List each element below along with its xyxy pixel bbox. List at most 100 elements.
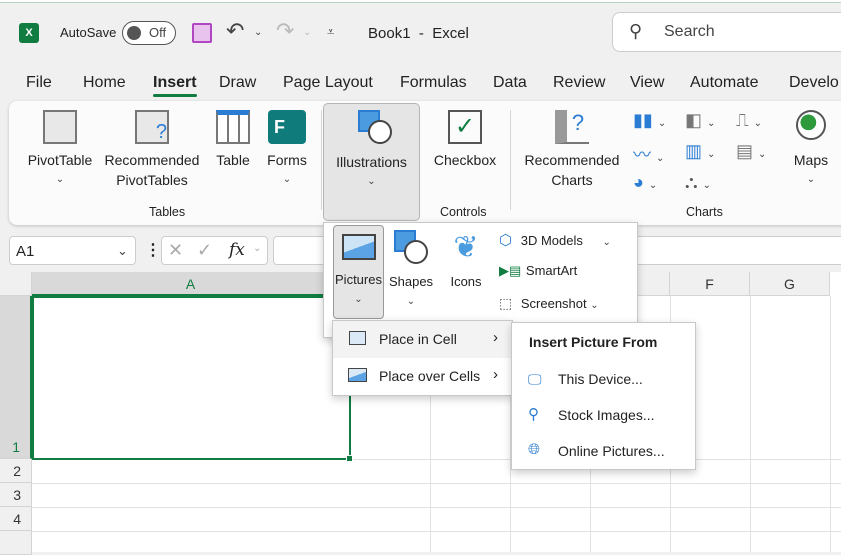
chevron-down-icon: ⌄	[590, 300, 599, 311]
customize-toolbar-icon[interactable]: ⩡	[327, 24, 334, 40]
menu-item-this-device[interactable]: 🖵 This Device...	[512, 361, 695, 397]
search-box[interactable]: ⚲ Search	[612, 12, 841, 52]
tab-review[interactable]: Review	[553, 74, 605, 92]
tab-insert[interactable]: Insert	[153, 74, 197, 92]
stock-images-icon: ⚲	[528, 406, 539, 423]
autosave-label: AutoSave	[60, 25, 117, 40]
tab-page-layout[interactable]: Page Layout	[283, 74, 373, 92]
table-button[interactable]: Table	[210, 110, 256, 170]
combo-chart-icon[interactable]: ▤ ⌄	[736, 141, 766, 162]
tab-home[interactable]: Home	[83, 74, 126, 92]
tab-automate[interactable]: Automate	[690, 74, 758, 92]
menu-item-place-over-cells[interactable]: Place over Cells ›	[333, 358, 512, 395]
shapes-button[interactable]: Shapes ⌄	[388, 228, 434, 312]
column-header-f[interactable]: F	[670, 272, 750, 296]
select-all-corner[interactable]	[0, 272, 32, 296]
tab-formulas[interactable]: Formulas	[400, 74, 467, 92]
row-header-4[interactable]: 4	[0, 507, 32, 531]
icons-button[interactable]: ❦ Icons	[444, 228, 488, 292]
fill-handle[interactable]	[346, 455, 353, 462]
row-header-5[interactable]	[0, 531, 32, 555]
maps-label: Maps	[793, 152, 829, 168]
maps-button[interactable]: Maps ⌄	[788, 110, 834, 190]
name-box[interactable]: A1 ⌄	[9, 236, 136, 265]
table-icon	[216, 110, 250, 144]
redo-dropdown-icon: ⌄	[303, 27, 312, 38]
screenshot-button[interactable]: ⬚ Screenshot ⌄	[499, 295, 599, 312]
gridline	[32, 507, 841, 508]
hierarchy-chart-icon[interactable]: ◧ ⌄	[685, 110, 715, 131]
name-box-value: A1	[16, 243, 35, 260]
ribbon-separator	[321, 110, 322, 210]
group-label-tables: Tables	[149, 205, 186, 219]
gridline	[830, 296, 831, 552]
column-chart-icon[interactable]: ▮▮ ⌄	[633, 110, 666, 131]
row-header-3[interactable]: 3	[0, 483, 32, 507]
scatter-chart-icon[interactable]: ⛬ ⌄	[685, 172, 711, 193]
chevron-down-icon: ⌄	[117, 243, 128, 258]
window-title: Book1 - Excel	[368, 25, 469, 42]
active-cell-a1[interactable]	[32, 296, 351, 460]
line-chart-icon[interactable]: 〰 ⌄	[633, 141, 664, 167]
statistic-chart-icon[interactable]: ▥ ⌄	[685, 141, 715, 162]
smartart-label: SmartArt	[525, 263, 578, 278]
cancel-icon[interactable]: ✕	[168, 240, 183, 261]
chevron-down-icon: ⌄	[367, 176, 376, 187]
shapes-icon	[392, 228, 430, 268]
insert-function-icon[interactable]: fx	[229, 240, 245, 260]
undo-dropdown-icon[interactable]: ⌄	[254, 27, 262, 38]
3d-models-label: 3D Models	[520, 233, 583, 248]
menu-item-stock-images[interactable]: ⚲ Stock Images...	[512, 397, 695, 433]
undo-icon[interactable]: ↶	[226, 18, 244, 44]
recommended-pivottables-icon: ?	[135, 110, 169, 144]
search-placeholder: Search	[664, 23, 715, 40]
redo-icon: ↷	[276, 18, 295, 43]
tab-developer[interactable]: Develo	[789, 74, 839, 92]
recommended-pivottables-button[interactable]: ? Recommended PivotTables	[100, 110, 204, 190]
tab-file[interactable]: File	[26, 74, 52, 92]
tab-view[interactable]: View	[630, 74, 664, 92]
row-header-2[interactable]: 2	[0, 459, 32, 483]
pivottable-button[interactable]: PivotTable ⌄	[22, 110, 98, 190]
more-options-icon[interactable]: ⋮	[145, 240, 161, 260]
chevron-down-icon: ⌄	[55, 174, 65, 185]
chevron-down-icon: ⌄	[806, 174, 816, 185]
enter-icon[interactable]: ✓	[197, 240, 212, 261]
autosave-toggle[interactable]: Off	[122, 21, 176, 45]
place-over-cells-icon	[348, 368, 367, 382]
place-in-cell-icon	[349, 331, 366, 345]
ribbon-separator	[510, 110, 511, 210]
gridline	[750, 296, 751, 552]
menu-item-online-pictures[interactable]: 🌐︎ Online Pictures...	[512, 433, 695, 469]
recommended-charts-button[interactable]: ? Recommended Charts	[518, 110, 626, 190]
column-header-a[interactable]: A	[32, 272, 350, 296]
waterfall-chart-icon[interactable]: ⎍ ⌄	[736, 110, 762, 131]
active-tab-indicator	[153, 94, 197, 97]
submenu-header: Insert Picture From	[529, 334, 658, 350]
illustrations-button[interactable]: Illustrations ⌄	[323, 103, 420, 221]
screenshot-icon: ⬚	[499, 295, 513, 311]
save-icon[interactable]	[192, 23, 212, 43]
place-over-cells-label: Place over Cells	[379, 368, 481, 384]
label-line2: Charts	[551, 172, 593, 188]
tab-data[interactable]: Data	[493, 74, 527, 92]
gridline	[32, 483, 841, 484]
place-in-cell-label: Place in Cell	[379, 331, 457, 347]
forms-button[interactable]: F Forms ⌄	[262, 110, 312, 190]
label-line1: Recommended	[524, 152, 620, 168]
row-header-1[interactable]: 1	[0, 296, 32, 459]
tab-draw[interactable]: Draw	[219, 74, 256, 92]
menu-item-place-in-cell[interactable]: Place in Cell ›	[333, 321, 512, 358]
3d-models-button[interactable]: ⬡ 3D Models ⌄	[499, 231, 611, 249]
picture-icon	[341, 234, 376, 260]
smartart-button[interactable]: ▶▤ SmartArt	[499, 263, 577, 279]
this-device-label: This Device...	[558, 371, 643, 387]
chevron-down-icon[interactable]: ⌄	[253, 243, 261, 254]
pictures-button[interactable]: Pictures ⌄	[333, 225, 384, 319]
column-header-g[interactable]: G	[750, 272, 830, 296]
pie-chart-icon[interactable]: ◕ ⌄	[633, 172, 657, 193]
chevron-down-icon: ⌄	[602, 237, 611, 248]
online-pictures-label: Online Pictures...	[558, 443, 665, 459]
chevron-right-icon: ›	[493, 329, 498, 346]
checkbox-button[interactable]: ✓ Checkbox	[430, 110, 500, 170]
